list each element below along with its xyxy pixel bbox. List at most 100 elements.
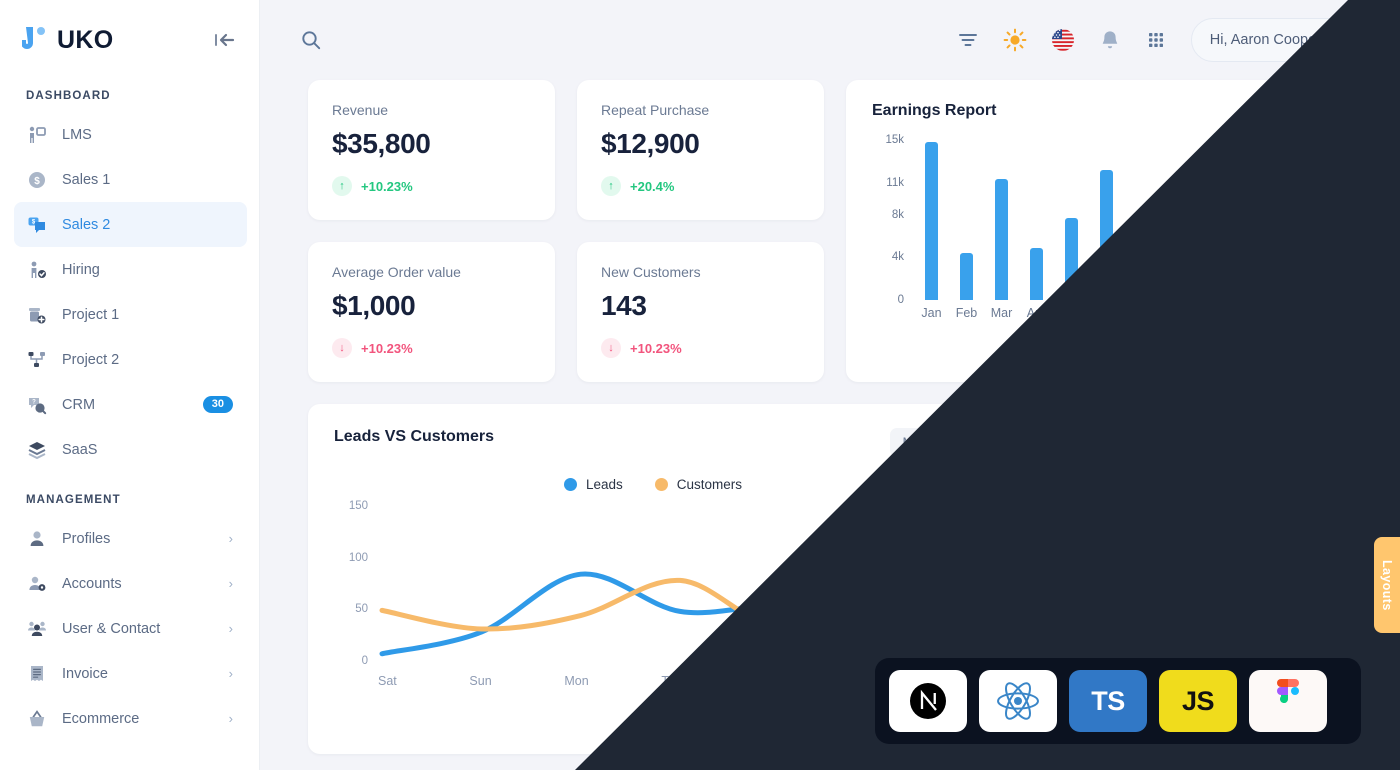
bar — [925, 142, 938, 300]
javascript-logo-icon[interactable]: JS — [1159, 670, 1237, 732]
leads-title: Leads VS Customers — [334, 428, 495, 445]
sidebar-item-crm[interactable]: ? CRM 30 — [14, 382, 247, 427]
layouts-tab[interactable]: Layouts — [1374, 537, 1400, 633]
bar-column[interactable] — [949, 140, 984, 300]
chevron-down-icon — [948, 439, 960, 447]
x-tick-label: Oct — [1236, 306, 1257, 320]
brand[interactable]: UKO — [21, 25, 113, 55]
sidebar-item-saas[interactable]: SaaS — [14, 427, 247, 472]
sidebar-item-profiles[interactable]: Profiles › — [14, 516, 247, 561]
sidebar-item-lms[interactable]: LMS — [14, 112, 247, 157]
filter-lines-icon[interactable] — [957, 29, 979, 51]
sidebar-item-ecommerce[interactable]: Ecommerce › — [14, 696, 247, 741]
users-group-icon — [26, 618, 48, 640]
legend-dot-icon — [563, 478, 577, 491]
stat-card-new-customers[interactable]: New Customers 143 ↓ +10.23% — [577, 242, 824, 382]
layouts-tab-label: Layouts — [1380, 559, 1394, 611]
bar — [1030, 247, 1043, 300]
y-tick-label: 8k — [891, 208, 904, 221]
x-tick-label: Sun — [469, 674, 492, 688]
bar-column[interactable] — [1054, 140, 1089, 300]
typescript-logo-icon[interactable]: TS — [1069, 670, 1147, 732]
bell-notification-icon[interactable] — [1099, 29, 1121, 52]
x-tick-label: Jan — [921, 306, 942, 320]
crm-bubble-icon: ? — [26, 394, 48, 416]
x-tick-label: Jun — [1096, 306, 1117, 320]
user-menu-chip[interactable]: Hi, Aaron Cooper — [1190, 18, 1370, 62]
legend-item-leads: Leads — [563, 477, 623, 492]
sidebar-item-sales-1[interactable]: $ Sales 1 — [14, 157, 247, 202]
sidebar-item-project-1[interactable]: Project 1 — [14, 292, 247, 337]
earnings-range-select[interactable]: Month — [1271, 102, 1334, 118]
basket-icon — [26, 708, 48, 730]
uko-logo-icon — [21, 25, 48, 55]
donut-center-label: Avg Range — [1154, 560, 1228, 577]
bar-column[interactable] — [1124, 140, 1159, 300]
sidebar-item-accounts[interactable]: Accounts › — [14, 561, 247, 606]
nextjs-logo-icon[interactable] — [889, 670, 967, 732]
stat-title: Repeat Purchase — [601, 102, 710, 118]
stat-delta: ↑ +10.23% — [332, 176, 531, 196]
search-icon[interactable] — [300, 29, 322, 51]
bar — [1310, 142, 1323, 300]
us-flag-icon[interactable] — [1051, 28, 1075, 52]
leads-y-axis: 0 50 100 150 — [334, 500, 368, 667]
react-logo-icon[interactable] — [979, 670, 1057, 732]
line-series-leads — [379, 571, 981, 657]
y-tick-label: 11k — [886, 176, 904, 189]
x-tick-label: Jul — [1133, 306, 1150, 320]
avatar[interactable] — [1331, 24, 1364, 56]
stat-title: New Customers — [601, 264, 701, 280]
bar-column[interactable] — [1194, 140, 1229, 300]
project-box-icon — [26, 304, 48, 326]
leads-range-select[interactable]: Month — [890, 428, 972, 457]
stat-card-average-order-value[interactable]: Average Order value $1,000 ↓ +10.23% — [308, 242, 555, 382]
figma-logo-icon[interactable] — [1249, 670, 1327, 732]
bar-column[interactable] — [1264, 140, 1299, 300]
bar-column[interactable] — [984, 140, 1019, 300]
collapse-sidebar-icon[interactable] — [213, 30, 237, 50]
stat-value: $35,800 — [332, 128, 431, 159]
chevron-right-icon: › — [228, 621, 233, 636]
x-tick-label: Feb — [955, 306, 978, 320]
earnings-bar-chart: 0 4k 8k 11k 15k Jan Feb Mar Apr May Jun Jul Aug Sep O… — [872, 134, 1334, 330]
sun-theme-icon[interactable] — [1003, 28, 1027, 52]
stat-delta-value: +10.23% — [630, 340, 682, 356]
hiring-person-icon — [26, 259, 48, 281]
stat-card-revenue[interactable]: Revenue $35,800 ↑ +10.23% — [308, 80, 555, 220]
stat-card-repeat-purchase[interactable]: Repeat Purchase $12,900 ↑ +20.4% — [577, 80, 824, 220]
topbar: Hi, Aaron Cooper — [260, 0, 1400, 80]
y-tick-label: 15k — [885, 134, 904, 146]
bar-column[interactable] — [1019, 140, 1054, 300]
topbar-left — [300, 29, 322, 51]
bar-column[interactable] — [1159, 140, 1194, 300]
bar — [960, 253, 973, 300]
sales-chat-icon: $ — [26, 214, 48, 236]
sidebar-item-user-contact[interactable]: User & Contact › — [14, 606, 247, 651]
x-tick-label: Dec — [1305, 306, 1328, 320]
sidebar-item-invoice[interactable]: Invoice › — [14, 651, 247, 696]
bar-column[interactable] — [1299, 140, 1334, 300]
x-tick-label: Mar — [990, 306, 1013, 320]
sidebar-item-hiring[interactable]: Hiring — [14, 247, 247, 292]
sidebar-item-sales-2[interactable]: $ Sales 2 — [14, 202, 247, 247]
bar — [1240, 195, 1253, 300]
dashboard-row-top: Revenue $35,800 ↑ +10.23% Repeat Purchas… — [308, 80, 1360, 382]
earnings-x-axis: Jan Feb Mar Apr May Jun Jul Aug Sep Oct Nov Dec — [914, 306, 1334, 320]
sidebar-item-label: Ecommerce — [62, 710, 140, 727]
legend-label: Leads — [585, 477, 623, 492]
typescript-label: TS — [1091, 685, 1125, 716]
apps-grid-icon[interactable] — [1145, 29, 1167, 51]
stat-delta-value: +10.23% — [361, 178, 413, 194]
bar-column[interactable] — [914, 140, 949, 300]
stat-title: Average Order value — [332, 264, 461, 280]
x-tick-label: Tue — [661, 674, 683, 688]
bar-column[interactable] — [1089, 140, 1124, 300]
bar — [1275, 242, 1288, 300]
chevron-right-icon: › — [228, 711, 233, 726]
account-gear-icon — [26, 573, 48, 595]
sidebar-item-project-2[interactable]: Project 2 — [14, 337, 247, 382]
bar-column[interactable] — [1229, 140, 1264, 300]
chevron-right-icon: › — [228, 576, 233, 591]
x-tick-label: Sep — [1200, 306, 1223, 320]
